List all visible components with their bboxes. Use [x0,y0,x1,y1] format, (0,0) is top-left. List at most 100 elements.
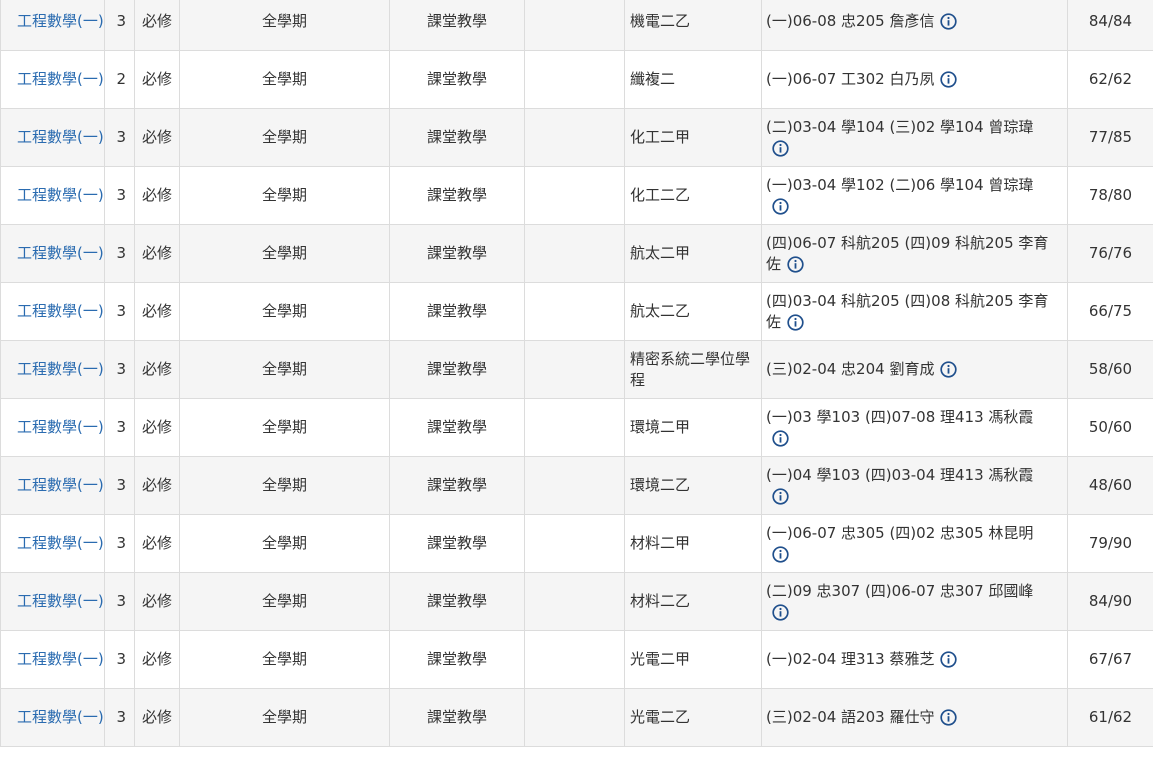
course-name-cell: 工程數學(一) [0,282,105,341]
term-cell: 全學期 [179,514,390,573]
schedule-cell: (一)06-08 忠205 詹彥信 [761,0,1068,51]
course-type-cell: 必修 [134,398,180,457]
table-row: 工程數學(一) 3 必修 全學期 課堂教學 精密系統二學位學程 (三)02-04… [0,340,1153,399]
credits-cell: 3 [104,514,135,573]
info-circle-icon[interactable] [772,487,789,505]
course-name-link[interactable]: 工程數學(一) [17,707,104,728]
info-circle-icon[interactable] [772,603,789,621]
info-circle-icon[interactable] [940,651,958,668]
class-cell: 航太二甲 [624,224,762,283]
course-type-cell: 必修 [134,282,180,341]
course-name-cell: 工程數學(一) [0,398,105,457]
course-name-cell: 工程數學(一) [0,50,105,109]
info-circle-icon[interactable] [940,71,958,88]
course-name-link[interactable]: 工程數學(一) [17,69,104,90]
class-cell: 化工二乙 [624,166,762,225]
info-circle-icon[interactable] [772,197,789,215]
schedule-cell: (一)03-04 學102 (二)06 學104 曾琮瑋 [761,166,1068,225]
term-cell: 全學期 [179,688,390,747]
schedule-text: (三)02-04 忠204 劉育成 [766,360,935,378]
course-type-cell: 必修 [134,224,180,283]
spacer-cell [524,630,625,689]
schedule-text: (一)06-08 忠205 詹彥信 [766,12,935,30]
enrollment-quota-cell: 76/76 [1067,224,1153,283]
info-circle-icon[interactable] [787,255,804,273]
course-type-cell: 必修 [134,630,180,689]
spacer-cell [524,0,625,51]
schedule-text: (一)02-04 理313 蔡雅芝 [766,650,935,668]
course-name-link[interactable]: 工程數學(一) [17,243,104,264]
enrollment-quota-cell: 78/80 [1067,166,1153,225]
credits-cell: 3 [104,108,135,167]
class-cell: 環境二甲 [624,398,762,457]
course-table: 工程數學(一) 3 必修 全學期 課堂教學 機電二乙 (一)06-08 忠205… [0,0,1153,747]
info-circle-icon[interactable] [940,361,958,378]
term-cell: 全學期 [179,398,390,457]
teaching-mode-cell: 課堂教學 [389,108,525,167]
table-row: 工程數學(一) 2 必修 全學期 課堂教學 纖複二 (一)06-07 工302 … [0,50,1153,109]
schedule-cell: (一)06-07 忠305 (四)02 忠305 林昆明 [761,514,1068,573]
schedule-text: (一)03-04 學102 (二)06 學104 曾琮瑋 [766,175,1034,194]
course-name-cell: 工程數學(一) [0,108,105,167]
table-row: 工程數學(一) 3 必修 全學期 課堂教學 化工二乙 (一)03-04 學102… [0,166,1153,225]
info-circle-icon[interactable] [940,13,958,30]
schedule-cell: (一)02-04 理313 蔡雅芝 [761,630,1068,689]
term-cell: 全學期 [179,456,390,515]
teaching-mode-cell: 課堂教學 [389,224,525,283]
spacer-cell [524,282,625,341]
course-name-link[interactable]: 工程數學(一) [17,417,104,438]
class-cell: 機電二乙 [624,0,762,51]
table-row: 工程數學(一) 3 必修 全學期 課堂教學 化工二甲 (二)03-04 學104… [0,108,1153,167]
info-circle-icon[interactable] [940,709,958,726]
schedule-text: (一)03 學103 (四)07-08 理413 馮秋霞 [766,407,1034,426]
course-name-cell: 工程數學(一) [0,456,105,515]
term-cell: 全學期 [179,282,390,341]
credits-cell: 3 [104,456,135,515]
spacer-cell [524,166,625,225]
info-circle-icon[interactable] [787,313,804,331]
teaching-mode-cell: 課堂教學 [389,398,525,457]
teaching-mode-cell: 課堂教學 [389,50,525,109]
enrollment-quota-cell: 62/62 [1067,50,1153,109]
course-name-cell: 工程數學(一) [0,630,105,689]
table-row: 工程數學(一) 3 必修 全學期 課堂教學 光電二乙 (三)02-04 語203… [0,688,1153,747]
spacer-cell [524,224,625,283]
term-cell: 全學期 [179,108,390,167]
term-cell: 全學期 [179,224,390,283]
class-cell: 精密系統二學位學程 [624,340,762,399]
table-row: 工程數學(一) 3 必修 全學期 課堂教學 航太二甲 (四)06-07 科航20… [0,224,1153,283]
course-name-link[interactable]: 工程數學(一) [17,11,104,32]
credits-cell: 3 [104,224,135,283]
info-circle-icon[interactable] [772,545,789,563]
class-cell: 光電二甲 [624,630,762,689]
spacer-cell [524,340,625,399]
course-name-link[interactable]: 工程數學(一) [17,127,104,148]
course-name-link[interactable]: 工程數學(一) [17,533,104,554]
class-cell: 材料二乙 [624,572,762,631]
course-name-cell: 工程數學(一) [0,166,105,225]
course-type-cell: 必修 [134,340,180,399]
course-name-cell: 工程數學(一) [0,224,105,283]
class-cell: 環境二乙 [624,456,762,515]
course-name-link[interactable]: 工程數學(一) [17,185,104,206]
teaching-mode-cell: 課堂教學 [389,572,525,631]
class-cell: 纖複二 [624,50,762,109]
enrollment-quota-cell: 84/84 [1067,0,1153,51]
course-name-link[interactable]: 工程數學(一) [17,649,104,670]
schedule-cell: (一)04 學103 (四)03-04 理413 馮秋霞 [761,456,1068,515]
teaching-mode-cell: 課堂教學 [389,166,525,225]
course-name-link[interactable]: 工程數學(一) [17,475,104,496]
term-cell: 全學期 [179,0,390,51]
term-cell: 全學期 [179,166,390,225]
course-name-cell: 工程數學(一) [0,572,105,631]
course-name-link[interactable]: 工程數學(一) [17,301,104,322]
spacer-cell [524,456,625,515]
course-name-link[interactable]: 工程數學(一) [17,359,104,380]
info-circle-icon[interactable] [772,429,789,447]
enrollment-quota-cell: 84/90 [1067,572,1153,631]
course-name-link[interactable]: 工程數學(一) [17,591,104,612]
term-cell: 全學期 [179,50,390,109]
credits-cell: 3 [104,398,135,457]
enrollment-quota-cell: 66/75 [1067,282,1153,341]
info-circle-icon[interactable] [772,139,789,157]
